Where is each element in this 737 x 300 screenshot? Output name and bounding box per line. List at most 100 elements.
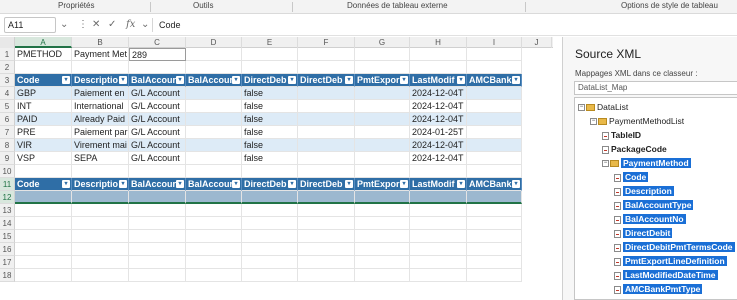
- cell[interactable]: Paiement en: [72, 87, 129, 100]
- row-header[interactable]: 5: [0, 100, 15, 113]
- cell[interactable]: [410, 230, 467, 243]
- cell[interactable]: [298, 204, 355, 217]
- cell[interactable]: [72, 256, 129, 269]
- cell[interactable]: [242, 217, 298, 230]
- cell[interactable]: [298, 256, 355, 269]
- cell[interactable]: [410, 191, 467, 204]
- table-header-cell[interactable]: BalAccour ▾: [129, 178, 186, 191]
- cell[interactable]: [186, 204, 242, 217]
- name-box-dropdown-icon[interactable]: ⌄: [60, 18, 68, 32]
- cell[interactable]: VSP: [15, 152, 72, 165]
- cell[interactable]: [186, 139, 242, 152]
- cell[interactable]: false: [242, 152, 298, 165]
- table-header-cell[interactable]: Code ▾: [15, 178, 72, 191]
- cell[interactable]: [355, 100, 410, 113]
- cell[interactable]: [129, 256, 186, 269]
- xml-tree-node[interactable]: TableID: [602, 129, 641, 141]
- row-header[interactable]: 18: [0, 269, 15, 282]
- cell[interactable]: [410, 243, 467, 256]
- cell[interactable]: [186, 243, 242, 256]
- insert-function-icon[interactable]: fx: [126, 18, 135, 32]
- cell[interactable]: [298, 100, 355, 113]
- table-header-cell[interactable]: Descriptio ▾: [72, 74, 129, 87]
- filter-dropdown-icon[interactable]: ▾: [512, 76, 520, 84]
- cell[interactable]: [186, 217, 242, 230]
- name-box[interactable]: A11: [4, 17, 56, 33]
- column-header-h[interactable]: H: [410, 37, 467, 48]
- formula-input[interactable]: Code: [152, 18, 552, 32]
- row-header[interactable]: 4: [0, 87, 15, 100]
- cell[interactable]: [298, 87, 355, 100]
- cell[interactable]: [355, 87, 410, 100]
- select-all-corner[interactable]: [0, 37, 15, 48]
- row-header[interactable]: 17: [0, 256, 15, 269]
- table-header-cell[interactable]: PmtExpor ▾: [355, 74, 410, 87]
- cell[interactable]: 2024-01-25T: [410, 126, 467, 139]
- column-header-c[interactable]: C: [129, 37, 186, 48]
- cell[interactable]: [186, 269, 242, 282]
- cell[interactable]: [298, 243, 355, 256]
- cell[interactable]: [15, 61, 72, 74]
- cell[interactable]: Virement mai: [72, 139, 129, 152]
- xml-tree[interactable]: − DataList − PaymentMethodList TableID Packag…: [574, 97, 737, 300]
- cell[interactable]: [15, 191, 72, 204]
- cell[interactable]: [15, 230, 72, 243]
- cell[interactable]: Payment Met: [72, 48, 129, 61]
- cell[interactable]: [242, 191, 298, 204]
- cell[interactable]: [467, 139, 522, 152]
- column-header-e[interactable]: E: [242, 37, 298, 48]
- collapse-toggle-icon[interactable]: −: [578, 104, 585, 112]
- row-header[interactable]: 2: [0, 61, 15, 74]
- cell[interactable]: [467, 256, 522, 269]
- cell[interactable]: [72, 204, 129, 217]
- table-header-cell[interactable]: DirectDeb ▾: [242, 74, 298, 87]
- cell[interactable]: 2024-12-04T: [410, 100, 467, 113]
- cell[interactable]: [72, 230, 129, 243]
- enter-icon[interactable]: ✓: [108, 18, 116, 32]
- filter-dropdown-icon[interactable]: ▾: [176, 76, 184, 84]
- row-header[interactable]: 11: [0, 178, 15, 191]
- cell[interactable]: VIR: [15, 139, 72, 152]
- cell[interactable]: [186, 87, 242, 100]
- collapse-toggle-icon[interactable]: −: [590, 118, 597, 126]
- cell[interactable]: [467, 230, 522, 243]
- cell[interactable]: INT: [15, 100, 72, 113]
- table-header-cell[interactable]: Descriptio ▾: [72, 178, 129, 191]
- filter-dropdown-icon[interactable]: ▾: [345, 76, 353, 84]
- cell[interactable]: [467, 113, 522, 126]
- cell[interactable]: [72, 269, 129, 282]
- cell[interactable]: [298, 113, 355, 126]
- cell[interactable]: [355, 256, 410, 269]
- cell[interactable]: [467, 204, 522, 217]
- row-header[interactable]: 7: [0, 126, 15, 139]
- cell[interactable]: [298, 230, 355, 243]
- xml-tree-node[interactable]: BalAccountType: [614, 199, 694, 211]
- cell[interactable]: [15, 256, 72, 269]
- cell[interactable]: [355, 113, 410, 126]
- cell[interactable]: PMETHOD: [15, 48, 72, 61]
- more-options-icon[interactable]: ⋮: [78, 18, 88, 32]
- row-header[interactable]: 6: [0, 113, 15, 126]
- worksheet-grid[interactable]: ABCDEFGHIJ 1 PMETHOD Payment Met 289 2 3 Code ▾…: [0, 37, 553, 300]
- cell[interactable]: [298, 152, 355, 165]
- xml-map-select[interactable]: DataList_Map: [574, 81, 737, 95]
- cell[interactable]: [129, 61, 186, 74]
- filter-dropdown-icon[interactable]: ▾: [62, 180, 70, 188]
- filter-dropdown-icon[interactable]: ▾: [512, 180, 520, 188]
- cell[interactable]: [15, 269, 72, 282]
- cell[interactable]: [467, 48, 522, 61]
- cell[interactable]: [298, 269, 355, 282]
- cell[interactable]: [15, 217, 72, 230]
- cell[interactable]: [242, 204, 298, 217]
- cell[interactable]: [467, 87, 522, 100]
- filter-dropdown-icon[interactable]: ▾: [288, 180, 296, 188]
- cell[interactable]: [298, 48, 355, 61]
- xml-tree-node[interactable]: DirectDebit: [614, 227, 673, 239]
- cell[interactable]: Already Paid: [72, 113, 129, 126]
- filter-dropdown-icon[interactable]: ▾: [62, 76, 70, 84]
- cell[interactable]: [410, 165, 467, 178]
- filter-dropdown-icon[interactable]: ▾: [119, 76, 127, 84]
- cell[interactable]: [355, 230, 410, 243]
- filter-dropdown-icon[interactable]: ▾: [345, 180, 353, 188]
- table-header-cell[interactable]: BalAccour ▾: [186, 178, 242, 191]
